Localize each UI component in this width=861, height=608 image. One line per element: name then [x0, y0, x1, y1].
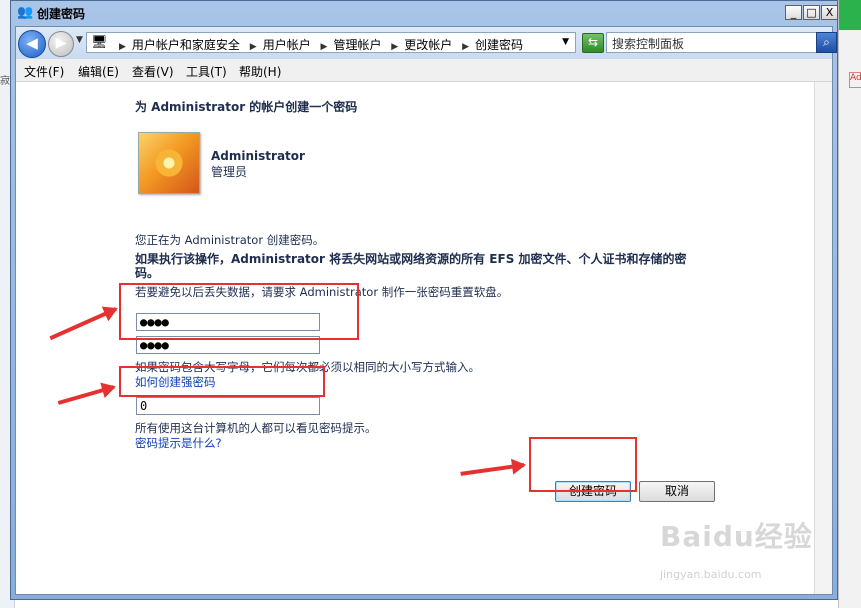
- chevron-down-icon[interactable]: ▼: [562, 37, 569, 47]
- watermark-url: jingyan.baidu.com: [660, 568, 762, 581]
- user-role: 管理员: [211, 165, 248, 179]
- chevron-right-icon: ▶: [249, 42, 257, 52]
- background-text-fragment: 寂: [0, 76, 10, 87]
- chevron-right-icon: ▶: [320, 42, 328, 52]
- breadcrumb-item[interactable]: 创建密码: [475, 38, 523, 52]
- info-text: 您正在为 Administrator 创建密码。: [135, 233, 325, 247]
- menu-bar: 文件(F) 编辑(E) 查看(V) 工具(T) 帮助(H): [16, 59, 832, 82]
- chevron-right-icon: ▶: [391, 42, 399, 52]
- flower-icon: [147, 143, 191, 183]
- breadcrumb: ▶ 用户帐户和家庭安全 ▶ 用户帐户 ▶ 管理帐户 ▶ 更改帐户 ▶ 创建密码: [113, 36, 523, 53]
- user-name: Administrator: [211, 149, 305, 163]
- user-avatar: [138, 132, 200, 194]
- close-button[interactable]: X: [821, 5, 838, 20]
- breadcrumb-item[interactable]: 用户帐户: [263, 38, 311, 52]
- password-fields-highlight: [119, 283, 359, 340]
- minimize-button[interactable]: _: [785, 5, 802, 20]
- address-toolbar: ◀ ▶ ▼ 🖥 ▶ 用户帐户和家庭安全 ▶ 用户帐户 ▶ 管理帐户 ▶ 更改帐户 ▶ 创建…: [16, 27, 837, 60]
- page-title: 为 Administrator 的帐户创建一个密码: [135, 100, 358, 114]
- search-input[interactable]: 搜索控制面板: [606, 32, 818, 53]
- address-bar[interactable]: 🖥 ▶ 用户帐户和家庭安全 ▶ 用户帐户 ▶ 管理帐户 ▶ 更改帐户 ▶ 创建密码 ▼: [86, 32, 576, 53]
- window-title: 创建密码: [37, 7, 86, 21]
- password-hint-field[interactable]: 0: [136, 397, 320, 415]
- refresh-icon: ⇆: [587, 35, 599, 49]
- password-hint-link[interactable]: 密码提示是什么?: [135, 435, 222, 451]
- breadcrumb-item[interactable]: 更改帐户: [404, 38, 452, 52]
- baidu-watermark: Baidu经验: [660, 520, 813, 553]
- menu-edit[interactable]: 编辑(E): [78, 63, 119, 80]
- background-green-tile: [839, 0, 861, 30]
- users-icon: 👥: [17, 5, 34, 20]
- recent-pages-dropdown-icon[interactable]: ▼: [76, 35, 83, 45]
- create-button-highlight: [529, 437, 637, 492]
- search-icon: ⌕: [823, 35, 830, 49]
- menu-view[interactable]: 查看(V): [132, 63, 174, 80]
- menu-tools[interactable]: 工具(T): [186, 63, 227, 80]
- forward-arrow-icon: ▶: [55, 35, 67, 51]
- back-arrow-icon: ◀: [26, 34, 38, 52]
- hint-field-highlight: [119, 366, 325, 397]
- warning-text: 如果执行该操作，Administrator 将丢失网站或网络资源的所有 EFS …: [135, 252, 687, 280]
- menu-file[interactable]: 文件(F): [24, 63, 64, 80]
- maximize-button[interactable]: □: [803, 5, 820, 20]
- menu-help[interactable]: 帮助(H): [239, 63, 281, 80]
- background-right-strip: Ad: [838, 0, 861, 608]
- chevron-right-icon: ▶: [119, 42, 126, 52]
- breadcrumb-item[interactable]: 管理帐户: [333, 38, 381, 52]
- breadcrumb-item[interactable]: 用户帐户和家庭安全: [132, 38, 240, 52]
- control-panel-icon: 🖥: [91, 35, 108, 50]
- hint-note-text: 所有使用这台计算机的人都可以看见密码提示。: [135, 421, 377, 435]
- refresh-button[interactable]: ⇆: [582, 33, 604, 53]
- cancel-button[interactable]: 取消: [639, 481, 715, 502]
- background-fragment: Ad: [849, 72, 861, 88]
- chevron-right-icon: ▶: [462, 42, 469, 52]
- title-bar: 👥 创建密码 _ □ X: [11, 1, 838, 25]
- vertical-scrollbar[interactable]: [814, 82, 832, 594]
- search-button[interactable]: ⌕: [816, 32, 837, 53]
- back-button[interactable]: ◀: [18, 30, 46, 58]
- forward-button[interactable]: ▶: [48, 31, 74, 57]
